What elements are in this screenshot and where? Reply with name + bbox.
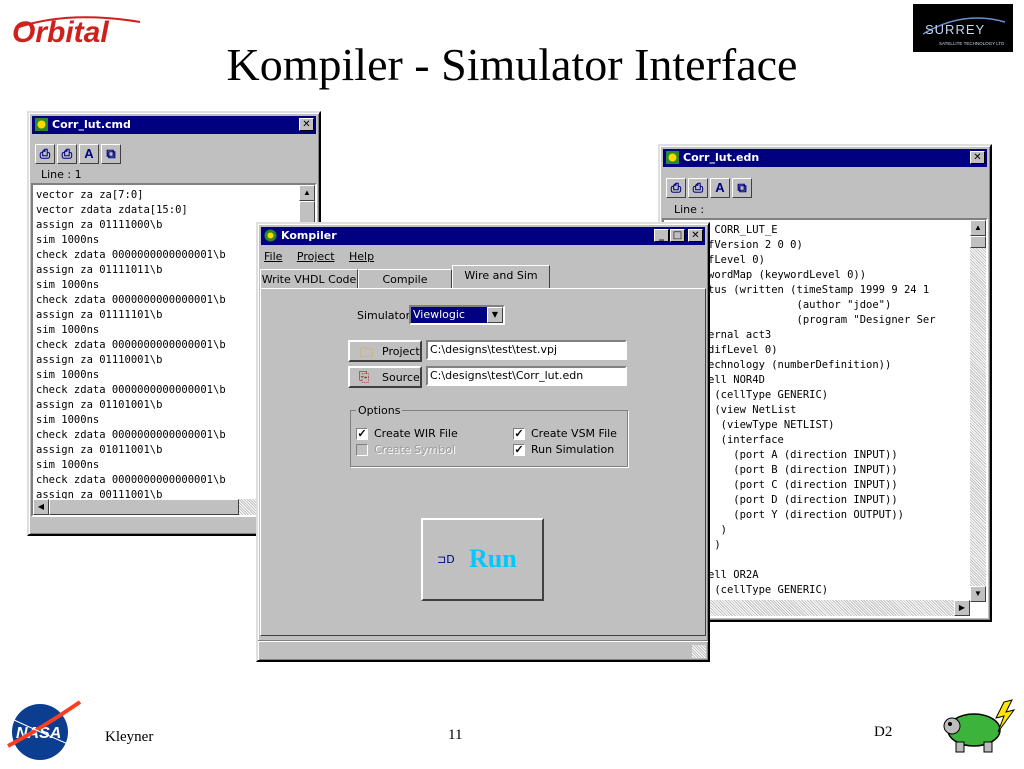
- footer-author: Kleyner: [105, 729, 154, 745]
- scroll-thumb[interactable]: [299, 201, 315, 223]
- menu-project[interactable]: Project: [297, 250, 335, 263]
- window-title: Corr_lut.edn: [683, 151, 760, 164]
- page-title: Kompiler - Simulator Interface: [226, 39, 798, 90]
- code-line: (port B (direction INPUT)): [708, 464, 898, 476]
- status-bar: [258, 640, 708, 661]
- code-line: (port D (direction INPUT)): [708, 494, 898, 506]
- options-label: Options: [356, 404, 403, 417]
- minimize-icon[interactable]: _: [654, 229, 669, 242]
- code-line: CORR_LUT_E: [708, 224, 778, 236]
- simulator-label: Simulator: [357, 309, 411, 322]
- font-icon[interactable]: A: [79, 144, 99, 164]
- print-preview-icon[interactable]: ⎙: [57, 144, 77, 164]
- app-icon: [34, 117, 49, 132]
- close-icon[interactable]: ✕: [688, 229, 703, 242]
- code-line: (view NetList: [708, 404, 797, 416]
- svg-text:SURREY: SURREY: [925, 22, 985, 37]
- project-path-field[interactable]: C:\designs\test\test.vpj: [426, 340, 627, 360]
- code-line: echnology (numberDefinition)): [708, 359, 892, 371]
- code-line: (cellType GENERIC): [708, 584, 829, 596]
- create-symbol-label: Create Symbol: [374, 443, 456, 456]
- edn-editor[interactable]: CORR_LUT_E fVersion 2 0 0) fLevel 0) wordMa…: [662, 218, 988, 618]
- line-status: Line :: [674, 203, 705, 216]
- scroll-thumb-h[interactable]: [49, 499, 239, 515]
- code-line: (port C (direction INPUT)): [708, 479, 898, 491]
- scroll-up-icon[interactable]: ▲: [970, 220, 986, 236]
- footer-page-number: 11: [448, 727, 463, 743]
- turtle-mascot-icon: [938, 698, 1024, 758]
- resize-grip[interactable]: [692, 645, 706, 658]
- code-line: ernal act3: [708, 329, 772, 341]
- vertical-scrollbar[interactable]: ▲ ▼: [970, 220, 986, 602]
- create-wir-label: Create WIR File: [374, 427, 458, 440]
- window-title: Corr_lut.cmd: [52, 118, 131, 131]
- code-line: wordMap (keywordLevel 0)): [708, 269, 867, 281]
- code-line: fLevel 0): [708, 254, 765, 266]
- tab-wire-and-sim[interactable]: Wire and Sim: [452, 265, 550, 288]
- menu-help[interactable]: Help: [349, 250, 374, 263]
- close-icon[interactable]: ✕: [299, 118, 314, 131]
- code-line: (cellType GENERIC): [708, 389, 829, 401]
- run-simulation-label: Run Simulation: [531, 443, 615, 456]
- copy-icon[interactable]: ⧉: [101, 144, 121, 164]
- chevron-down-icon[interactable]: ▼: [487, 307, 503, 323]
- source-path-field[interactable]: C:\designs\test\Corr_lut.edn: [426, 366, 627, 386]
- code-line: vector zdata zdata[15:0]: [36, 204, 188, 216]
- create-vsm-label: Create VSM File: [531, 427, 617, 440]
- code-line: ): [708, 524, 727, 536]
- create-symbol-checkbox: [356, 444, 368, 456]
- run-button[interactable]: ⊐D Run: [421, 518, 544, 601]
- window-title: Kompiler: [281, 229, 337, 242]
- code-text: CORR_LUT_E fVersion 2 0 0) fLevel 0) wordMa…: [664, 220, 986, 598]
- code-line: ): [708, 539, 721, 551]
- app-icon: [263, 228, 278, 243]
- cmd-titlebar[interactable]: Corr_lut.cmd ✕: [32, 116, 316, 134]
- folder-icon: 🗀: [360, 346, 374, 361]
- app-icon: [665, 150, 680, 165]
- source-file-icon: ⎘: [359, 370, 370, 385]
- code-line: vector za za[7:0]: [36, 189, 144, 201]
- scroll-thumb[interactable]: [970, 236, 986, 248]
- nasa-logo: NASA: [2, 694, 82, 764]
- maximize-icon[interactable]: □: [670, 229, 685, 242]
- simulator-select[interactable]: Viewlogic ▼: [409, 305, 505, 325]
- scroll-right-icon[interactable]: ▶: [954, 600, 970, 616]
- code-line: ell OR2A: [708, 569, 759, 581]
- code-line: ell NOR4D: [708, 374, 765, 386]
- code-line: tus (written (timeStamp 1999 9 24 1: [708, 284, 930, 296]
- code-line: (author "jdoe"): [708, 299, 892, 311]
- copy-icon[interactable]: ⧉: [732, 178, 752, 198]
- simulator-value: Viewlogic: [413, 308, 465, 321]
- tab-compile[interactable]: Compile: [358, 269, 452, 289]
- create-vsm-checkbox[interactable]: ✓: [513, 428, 525, 440]
- footer-code: D2: [874, 724, 893, 740]
- font-icon[interactable]: A: [710, 178, 730, 198]
- scroll-down-icon[interactable]: ▼: [970, 586, 986, 602]
- tab-write-vhdl[interactable]: Write VHDL Code: [260, 269, 358, 289]
- run-simulation-checkbox[interactable]: ✓: [513, 444, 525, 456]
- menu-bar: File Project Help: [264, 247, 384, 265]
- source-button[interactable]: ⎘ Source: [348, 366, 422, 388]
- create-wir-checkbox[interactable]: ✓: [356, 428, 368, 440]
- code-line: (program "Designer Ser: [708, 314, 936, 326]
- gate-icon: ⊐D: [437, 553, 455, 566]
- menu-file[interactable]: File: [264, 250, 282, 263]
- close-icon[interactable]: ✕: [970, 151, 985, 164]
- code-line: (port A (direction INPUT)): [708, 449, 898, 461]
- line-status: Line : 1: [41, 168, 82, 181]
- print-icon[interactable]: ⎙: [35, 144, 55, 164]
- project-button[interactable]: 🗀 Project: [348, 340, 422, 362]
- print-icon[interactable]: ⎙: [666, 178, 686, 198]
- scroll-up-icon[interactable]: ▲: [299, 185, 315, 201]
- code-line: (viewType NETLIST): [708, 419, 835, 431]
- edn-titlebar[interactable]: Corr_lut.edn ✕: [663, 149, 987, 167]
- scroll-left-icon[interactable]: ◀: [33, 499, 49, 515]
- code-line: (interface: [708, 434, 784, 446]
- code-line: (port Y (direction OUTPUT)): [708, 509, 904, 521]
- code-line: difLevel 0): [708, 344, 778, 356]
- code-line: fVersion 2 0 0): [708, 239, 803, 251]
- print-preview-icon[interactable]: ⎙: [688, 178, 708, 198]
- kompiler-titlebar[interactable]: Kompiler _ □ ✕: [261, 227, 705, 245]
